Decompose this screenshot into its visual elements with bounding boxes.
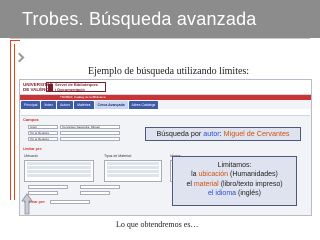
slide-subtitle: Ejemplo de búsqueda utilizando límites:	[88, 66, 250, 77]
search-input[interactable]	[60, 137, 120, 141]
field-select[interactable]: Tot el Registre	[28, 137, 58, 141]
callout-text: (libro/texto impreso)	[220, 180, 283, 188]
callout-text: la	[191, 171, 197, 179]
tab-other-catalogs[interactable]: Altres Catàlegs	[128, 101, 159, 109]
list-option[interactable]	[27, 166, 91, 169]
panel-title: Campos	[23, 117, 39, 122]
tab-index[interactable]: Índex	[41, 101, 56, 109]
callout-limits-heading: Limitamos:	[217, 162, 252, 169]
list-option[interactable]	[107, 170, 159, 173]
library-name: Servei de Biblioteques i Documentació	[55, 82, 98, 92]
callout-author-prefix: Búsqueda por	[156, 129, 202, 138]
callout-keyword: el idioma	[208, 189, 237, 197]
library-icon	[48, 84, 53, 91]
limits-heading: Limitar per:	[23, 147, 43, 151]
list-option[interactable]	[107, 162, 159, 165]
breadcrumb: TROBES: Catàleg de la Biblioteca	[20, 95, 311, 100]
author-callout: Búsqueda por autor: Miguel de Cervantes	[145, 127, 301, 141]
callout-author-value: Miguel de Cervantes	[223, 129, 290, 138]
field-select[interactable]: Autor	[28, 125, 58, 129]
sort-select[interactable]	[50, 200, 90, 204]
list-option[interactable]	[107, 166, 159, 169]
decorative-bracket	[14, 44, 15, 200]
list-option[interactable]	[27, 162, 91, 165]
chevron-bullet-icon	[14, 52, 25, 63]
callout-text: (inglés)	[238, 189, 261, 197]
catalog-tabs: Principal Índex Autors Matèries Cerca Av…	[21, 101, 159, 109]
decorative-bracket	[10, 40, 11, 200]
search-input[interactable]: Cervantes Saavedra, Miguel	[60, 125, 120, 129]
callout-limit-language: el idioma (inglés)	[173, 189, 296, 198]
callout-text: el	[186, 180, 192, 188]
tab-subjects[interactable]: Matèries	[74, 101, 94, 109]
list-option[interactable]	[27, 170, 91, 173]
location-listbox[interactable]	[24, 160, 94, 182]
callout-text: (Humanidades)	[230, 171, 278, 179]
material-label: Tipus de Material:	[104, 154, 132, 158]
search-input[interactable]	[60, 131, 120, 135]
extra-limit-field[interactable]	[80, 185, 120, 189]
tab-principal[interactable]: Principal	[21, 101, 41, 109]
list-option[interactable]	[27, 174, 91, 177]
limits-callout: Limitamos: la ubicación (Humanidades) el…	[172, 156, 297, 206]
material-listbox[interactable]	[104, 160, 162, 182]
decorative-bracket	[10, 40, 20, 41]
field-select[interactable]: Tot el Registre	[28, 131, 58, 135]
up-arrow-icon	[21, 193, 33, 215]
tab-advanced-search[interactable]: Cerca Avançada	[94, 101, 128, 109]
slide-caption: Lo que obtendremos es…	[116, 220, 199, 229]
callout-author-field: autor	[203, 129, 220, 138]
slide-title: Trobes. Búsqueda avanzada	[0, 0, 320, 38]
tab-authors[interactable]: Autors	[57, 101, 74, 109]
callout-keyword: material	[193, 180, 219, 188]
callout-limit-material: el material (libro/texto impreso)	[173, 180, 296, 189]
subnav-bar	[21, 109, 310, 116]
location-label: Ubicació:	[24, 154, 39, 158]
list-option[interactable]	[107, 174, 159, 177]
extra-limit-field[interactable]	[80, 191, 110, 195]
app-header: UNIVERSITAT DE VALÈNCIA Servei de Biblio…	[20, 80, 311, 95]
title-divider	[10, 38, 310, 39]
library-banner: Servei de Biblioteques i Documentació	[46, 82, 106, 92]
callout-keyword: ubicación	[198, 171, 229, 179]
callout-author-separator: :	[219, 129, 222, 138]
callout-limit-location: la ubicación (Humanidades)	[173, 170, 296, 179]
extra-limit-field[interactable]	[28, 185, 68, 189]
